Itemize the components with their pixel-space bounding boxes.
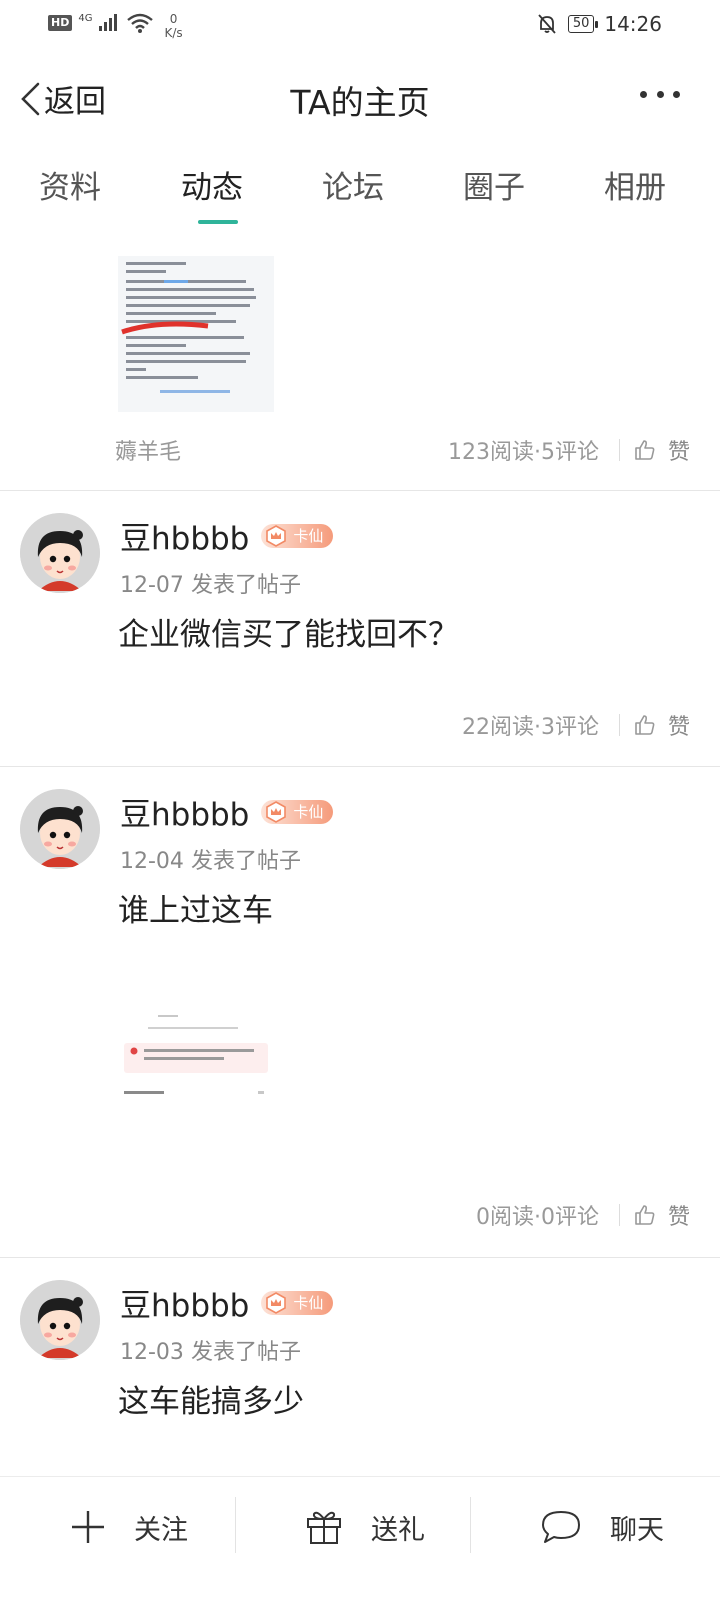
- badge-label: 卡仙: [293, 527, 324, 545]
- send-gift-button[interactable]: 送礼: [305, 1477, 425, 1577]
- level-badge: 卡仙: [261, 1290, 334, 1315]
- post-meta: 12-04 发表了帖子: [120, 843, 301, 875]
- net-speed: 0 K/s: [164, 12, 182, 40]
- author-avatar-wrap[interactable]: [20, 513, 100, 593]
- post-stats: 123阅读·5评论: [448, 440, 599, 465]
- post-action: 发表了帖子: [190, 573, 301, 598]
- tab-forum[interactable]: 论坛: [283, 162, 423, 207]
- post-action: 发表了帖子: [190, 849, 301, 874]
- crown-icon: [266, 1291, 287, 1314]
- status-bar: HD 4G 0 K/s 50 14:26: [0, 0, 720, 50]
- follow-button[interactable]: 关注: [70, 1477, 188, 1577]
- post-stats-bar: 22阅读·3评论 赞: [462, 709, 690, 741]
- page-title: TA的主页: [290, 83, 430, 122]
- network-type: 4G: [78, 13, 93, 24]
- badge-label: 卡仙: [293, 803, 324, 821]
- chat-label: 聊天: [610, 1514, 664, 1546]
- stats-divider: [618, 439, 620, 461]
- feed-post[interactable]: 豆hbbbb 卡仙 12-04 发表了帖子 谁上过这车 0阅读·0评论 赞: [0, 767, 720, 1257]
- plus-icon: [72, 1511, 104, 1543]
- author-avatar-wrap[interactable]: [20, 1280, 100, 1360]
- bottom-action-bar: 关注 送礼 聊天: [0, 1476, 720, 1601]
- level-badge: 卡仙: [261, 799, 334, 824]
- more-dot-icon: [656, 90, 664, 98]
- author-name[interactable]: 豆hbbbb: [120, 513, 249, 558]
- bottom-divider: [235, 1497, 236, 1553]
- gift-label: 送礼: [371, 1514, 425, 1546]
- mute-bell-icon: [538, 14, 556, 34]
- stats-divider: [618, 714, 620, 736]
- hd-indicator: HD: [48, 15, 73, 31]
- chat-bubble-icon: [542, 1511, 580, 1543]
- post-text[interactable]: 企业微信买了能找回不？: [118, 609, 459, 654]
- tab-circles[interactable]: 圈子: [424, 162, 564, 207]
- post-action: 发表了帖子: [190, 1340, 301, 1365]
- tab-activity[interactable]: 动态: [142, 162, 282, 207]
- author-name[interactable]: 豆hbbbb: [120, 1280, 249, 1325]
- top-nav-bar: 返回 TA的主页: [0, 62, 720, 130]
- clock: 14:26: [604, 12, 662, 36]
- more-dot-icon: [640, 90, 647, 98]
- post-text[interactable]: 谁上过这车: [118, 885, 273, 930]
- chat-button[interactable]: 聊天: [540, 1477, 664, 1577]
- tab-indicator: [198, 220, 238, 224]
- avatar[interactable]: [20, 789, 100, 869]
- stats-divider: [618, 1204, 620, 1226]
- post-date: 12-03: [120, 1340, 184, 1365]
- profile-tabs: 资料 动态 论坛 圈子 相册: [0, 150, 720, 225]
- post-stats: 22阅读·3评论: [461, 715, 599, 740]
- crown-icon: [266, 800, 287, 823]
- avatar[interactable]: [20, 1280, 100, 1360]
- author-line: 豆hbbbb 卡仙: [120, 789, 334, 834]
- feed-post[interactable]: 豆hbbbb 卡仙 12-03 发表了帖子 这车能搞多少: [0, 1258, 720, 1476]
- post-date: 12-04: [120, 849, 184, 874]
- like-button[interactable]: 赞: [634, 1199, 690, 1231]
- author-avatar-wrap[interactable]: [20, 789, 100, 869]
- tab-album[interactable]: 相册: [565, 162, 705, 207]
- wifi-icon: [127, 13, 154, 33]
- bottom-divider: [470, 1497, 471, 1553]
- tab-profile-info[interactable]: 资料: [0, 162, 140, 207]
- status-right: 50 14:26: [536, 12, 662, 36]
- follow-label: 关注: [134, 1514, 188, 1546]
- badge-label: 卡仙: [293, 1294, 324, 1312]
- author-line: 豆hbbbb 卡仙: [120, 513, 334, 558]
- thumbs-up-icon: [635, 1205, 655, 1225]
- post-stats-bar: 0阅读·0评论 赞: [476, 1199, 690, 1231]
- status-left: HD 4G 0 K/s: [48, 12, 183, 40]
- net-speed-value: 0: [169, 12, 178, 26]
- feed-post[interactable]: 薅羊毛 123阅读·5评论 赞: [0, 228, 720, 493]
- gift-icon: [307, 1511, 341, 1544]
- crown-icon: [266, 524, 287, 547]
- post-meta: 12-07 发表了帖子: [120, 567, 301, 599]
- battery-indicator: 50: [567, 15, 598, 33]
- thumbs-up-icon: [635, 440, 655, 460]
- net-speed-unit: K/s: [164, 26, 183, 40]
- post-stats-bar: 123阅读·5评论 赞: [448, 434, 690, 466]
- more-options-button[interactable]: [640, 84, 680, 104]
- post-image-thumbnail[interactable]: [118, 1007, 274, 1163]
- post-stats: 0阅读·0评论: [475, 1205, 599, 1230]
- author-name[interactable]: 豆hbbbb: [120, 789, 249, 834]
- like-label: 赞: [667, 715, 690, 740]
- more-dot-icon: [673, 90, 680, 98]
- like-button[interactable]: 赞: [634, 434, 690, 466]
- like-button[interactable]: 赞: [634, 709, 690, 741]
- like-label: 赞: [667, 1205, 690, 1230]
- thumbs-up-icon: [635, 715, 655, 735]
- level-badge: 卡仙: [261, 523, 334, 548]
- post-image-thumbnail[interactable]: [118, 256, 274, 412]
- like-label: 赞: [667, 440, 690, 465]
- post-category-tag[interactable]: 薅羊毛: [115, 434, 181, 466]
- signal-icon: [99, 14, 118, 31]
- post-text[interactable]: 这车能搞多少: [118, 1376, 304, 1421]
- post-date: 12-07: [120, 573, 184, 598]
- post-meta: 12-03 发表了帖子: [120, 1334, 301, 1366]
- feed-post[interactable]: 豆hbbbb 卡仙 12-07 发表了帖子 企业微信买了能找回不？ 22阅读·3…: [0, 491, 720, 766]
- avatar[interactable]: [20, 513, 100, 593]
- author-line: 豆hbbbb 卡仙: [120, 1280, 334, 1325]
